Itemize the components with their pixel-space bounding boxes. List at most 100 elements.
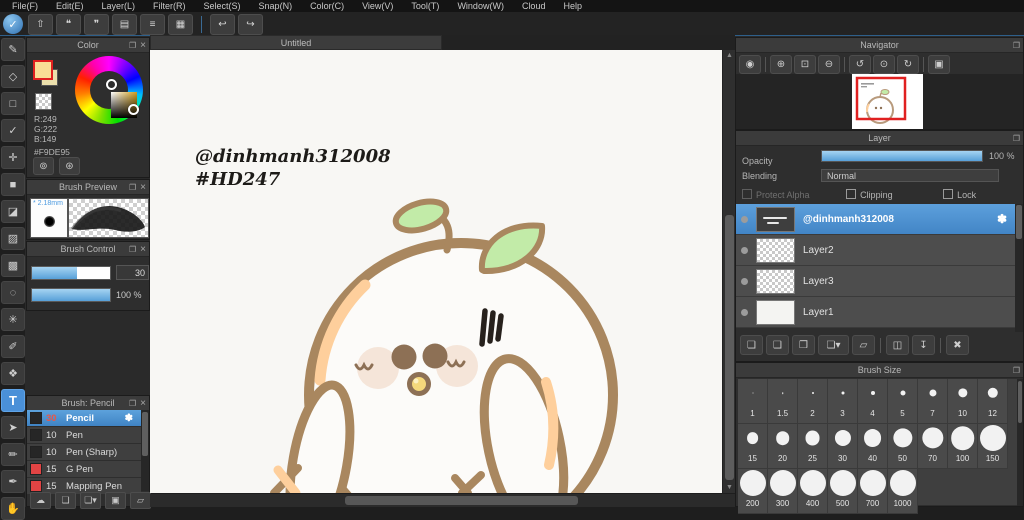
dashed-select-tool[interactable]: ▩: [1, 254, 25, 277]
foreground-color-swatch[interactable]: [33, 60, 53, 80]
brush-size-25[interactable]: 25: [798, 424, 828, 469]
canvas-vertical-scrollbar[interactable]: ▲ ▼: [722, 50, 735, 493]
layer-row-dinhmanh312008[interactable]: @dinhmanh312008 ✽: [736, 204, 1017, 235]
brush-size-12[interactable]: 12: [978, 379, 1008, 424]
brush-size-20[interactable]: 20: [768, 424, 798, 469]
brush-row-g-pen[interactable]: 15 G Pen: [27, 461, 141, 478]
zoom-in-button[interactable]: ⊕: [770, 55, 792, 74]
hand-tool[interactable]: ✋: [1, 497, 25, 520]
layer-row-layer2[interactable]: Layer2: [736, 235, 1017, 266]
transparent-color-swatch[interactable]: [35, 93, 52, 110]
menu-item-snap-n[interactable]: Snap(N): [250, 1, 302, 11]
add-brush-menu-button[interactable]: ❏▾: [80, 492, 101, 509]
lock-rotate-button[interactable]: ▣: [928, 55, 950, 74]
menu-item-layer-l[interactable]: Layer(L): [93, 1, 145, 11]
brush-size-2[interactable]: 2: [798, 379, 828, 424]
close-icon[interactable]: ×: [140, 398, 146, 409]
brush-row-pencil[interactable]: 30 Pencil ✽: [27, 410, 141, 427]
menu-item-cloud[interactable]: Cloud: [513, 1, 555, 11]
visibility-dot[interactable]: [741, 277, 748, 285]
vertical-scroll-thumb[interactable]: [725, 215, 734, 480]
save-brush-button[interactable]: ▣: [105, 492, 126, 509]
hue-marker[interactable]: [128, 104, 139, 115]
close-icon[interactable]: ×: [140, 40, 146, 51]
redo-button[interactable]: ↪: [238, 13, 263, 35]
brush-size-30[interactable]: 30: [828, 424, 858, 469]
protect-alpha-checkbox[interactable]: Protect Alpha: [742, 189, 810, 200]
menu-item-edit-e[interactable]: Edit(E): [47, 1, 93, 11]
brush-size-1-5[interactable]: 1.5: [768, 379, 798, 424]
brush-size-15[interactable]: 15: [738, 424, 768, 469]
select-pen-tool[interactable]: ✐: [1, 335, 25, 358]
cloud-brush-button[interactable]: ☁: [30, 492, 51, 509]
brush-size-40[interactable]: 40: [858, 424, 888, 469]
comment-button[interactable]: ❝: [56, 13, 81, 35]
brush-size-7[interactable]: 7: [918, 379, 948, 424]
material-bubble-button[interactable]: ❞: [84, 13, 109, 35]
menu-item-view-v[interactable]: View(V): [353, 1, 402, 11]
rotate-reset-button[interactable]: ⊙: [873, 55, 895, 74]
menu-item-filter-r[interactable]: Filter(R): [144, 1, 195, 11]
brush-list-scrollbar[interactable]: [141, 410, 149, 491]
brush-row-pen-sharp[interactable]: 10 Pen (Sharp): [27, 444, 141, 461]
layer-row-layer3[interactable]: Layer3: [736, 266, 1017, 297]
table-button[interactable]: ▦: [168, 13, 193, 35]
add-layer-menu-button[interactable]: ❏▾: [818, 335, 849, 355]
popout-icon[interactable]: ❐: [129, 41, 136, 50]
brush-size-700[interactable]: 700: [858, 469, 888, 514]
popout-icon[interactable]: ❐: [1013, 41, 1020, 50]
move-tool[interactable]: ✛: [1, 146, 25, 169]
layer-list-scrollbar[interactable]: [1015, 204, 1023, 332]
lock-checkbox[interactable]: Lock: [943, 189, 976, 200]
zoom-out-button[interactable]: ⊖: [818, 55, 840, 74]
text-tool[interactable]: T: [1, 389, 25, 412]
brush-size-10[interactable]: 10: [948, 379, 978, 424]
select-eraser-tool[interactable]: ❖: [1, 362, 25, 385]
popout-icon[interactable]: ❐: [129, 183, 136, 192]
menu-item-help[interactable]: Help: [554, 1, 591, 11]
duplicate-layer-button[interactable]: ◫: [886, 335, 909, 355]
gear-icon[interactable]: ✽: [997, 212, 1007, 226]
brush-size-100[interactable]: 100: [948, 424, 978, 469]
visibility-dot[interactable]: [741, 246, 748, 254]
visibility-dot[interactable]: [741, 215, 748, 223]
brush-size-5[interactable]: 5: [888, 379, 918, 424]
operation-tool[interactable]: ➤: [1, 416, 25, 439]
brush-size-value[interactable]: 30: [116, 265, 149, 280]
zoom-actual-button[interactable]: ◉: [739, 55, 761, 74]
menu-item-tool-t[interactable]: Tool(T): [402, 1, 448, 11]
rotate-cw-button[interactable]: ↻: [897, 55, 919, 74]
brush-tool[interactable]: ✎: [1, 38, 25, 61]
undo-button[interactable]: ↩: [210, 13, 235, 35]
clipping-checkbox[interactable]: Clipping: [846, 189, 893, 200]
sv-marker[interactable]: [106, 79, 117, 90]
popout-icon[interactable]: ❐: [1013, 366, 1020, 375]
export-button[interactable]: ⇧: [28, 13, 53, 35]
navigator-thumbnail-area[interactable]: [736, 74, 1023, 129]
bucket-tool[interactable]: ◪: [1, 200, 25, 223]
brush-size-300[interactable]: 300: [768, 469, 798, 514]
brush-size-4[interactable]: 4: [858, 379, 888, 424]
menu-item-file-f[interactable]: File(F): [3, 1, 47, 11]
layer-row-layer1[interactable]: Layer1: [736, 297, 1017, 328]
gear-icon[interactable]: ✽: [125, 413, 133, 424]
visibility-dot[interactable]: [741, 308, 748, 316]
menu-item-window-w[interactable]: Window(W): [448, 1, 513, 11]
popout-icon[interactable]: ❐: [129, 245, 136, 254]
color-wheel[interactable]: [75, 56, 143, 124]
eraser-tool[interactable]: ◇: [1, 65, 25, 88]
close-icon[interactable]: ×: [140, 182, 146, 193]
medibang-cloud-button[interactable]: ✓: [3, 14, 23, 34]
lasso-tool[interactable]: ◌: [1, 281, 25, 304]
gradient-tool[interactable]: ▨: [1, 227, 25, 250]
layer-opacity-slider[interactable]: [821, 150, 983, 162]
fit-screen-button[interactable]: ⊡: [794, 55, 816, 74]
brush-opacity-slider[interactable]: [31, 288, 111, 302]
form-list-button[interactable]: ≡: [140, 13, 165, 35]
brush-size-1000[interactable]: 1000: [888, 469, 918, 514]
brush-size-slider[interactable]: [31, 265, 111, 280]
navigator-thumbnail[interactable]: [852, 74, 923, 129]
canvas-horizontal-scrollbar[interactable]: [150, 494, 735, 507]
popout-icon[interactable]: ❐: [1013, 134, 1020, 143]
canvas[interactable]: @dinhmanh312008 #HD247: [150, 50, 722, 493]
